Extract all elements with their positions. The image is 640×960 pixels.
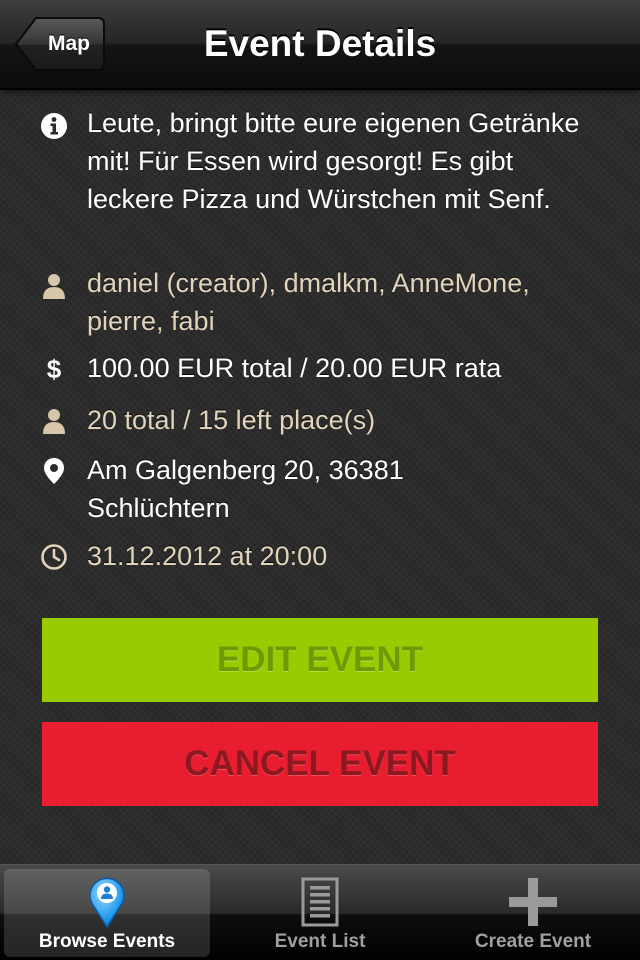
tab-label: Browse Events	[38, 931, 176, 952]
tab-bar: Browse Events Event List Create Event	[0, 864, 640, 960]
tab-event-list[interactable]: Event List	[217, 869, 423, 957]
event-cost: 100.00 EUR total / 20.00 EUR rata	[87, 353, 502, 383]
navigation-bar: Map Event Details	[0, 0, 640, 90]
event-datetime: 31.12.2012 at 20:00	[87, 541, 328, 571]
back-button-label: Map	[48, 32, 90, 55]
edit-event-button[interactable]: EDIT EVENT	[42, 618, 598, 702]
tab-label: Create Event	[474, 931, 592, 952]
info-icon	[40, 112, 68, 140]
event-description: Leute, bringt bitte eure eigenen Getränk…	[87, 108, 580, 214]
location-pin-icon	[40, 457, 68, 485]
plus-icon	[506, 875, 560, 934]
tab-label: Event List	[274, 931, 366, 952]
cancel-event-button[interactable]: CANCEL EVENT	[42, 722, 598, 806]
tab-create-event[interactable]: Create Event	[430, 869, 636, 957]
back-button-map[interactable]: Map	[14, 16, 106, 72]
dollar-icon: $	[46, 354, 62, 384]
tab-browse-events[interactable]: Browse Events	[4, 869, 210, 957]
map-pin-person-icon	[88, 875, 126, 934]
person-icon	[40, 407, 68, 435]
page-title: Event Details	[203, 23, 437, 64]
clock-icon	[40, 543, 68, 571]
list-icon	[301, 875, 339, 934]
person-icon	[40, 272, 68, 300]
event-places: 20 total / 15 left place(s)	[87, 405, 376, 435]
event-address: Am Galgenberg 20, 36381 Schlüchtern	[87, 455, 404, 523]
participants-list: daniel (creator), dmalkm, AnneMone, pier…	[87, 268, 530, 336]
